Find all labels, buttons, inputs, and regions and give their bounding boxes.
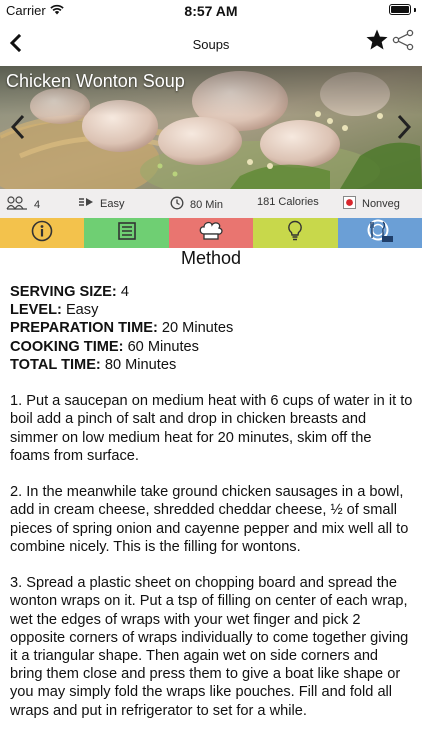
chevron-left-icon xyxy=(10,114,25,145)
level-value: Easy xyxy=(100,197,125,210)
prep-time-value: 20 Minutes xyxy=(157,320,234,337)
next-image-button[interactable] xyxy=(394,114,414,144)
navigation-bar: Soups xyxy=(0,22,422,66)
level-line: LEVEL: Easy xyxy=(10,301,414,319)
battery-icon xyxy=(389,4,411,15)
serving-size-label: SERVING SIZE: xyxy=(10,284,117,300)
tab-method[interactable] xyxy=(168,218,254,248)
previous-image-button[interactable] xyxy=(8,114,28,144)
chef-hat-icon xyxy=(198,221,224,246)
status-time: 8:57 AM xyxy=(184,3,238,19)
favorite-button[interactable] xyxy=(364,28,390,56)
recipe-image[interactable]: Chicken Wonton Soup xyxy=(0,66,422,189)
prep-time-line: PREPARATION TIME: 20 Minutes xyxy=(10,319,414,337)
serving-size-line: SERVING SIZE: 4 xyxy=(10,283,414,301)
tab-ingredients[interactable] xyxy=(84,218,169,248)
calories-info: 181 Calories xyxy=(257,196,319,208)
status-bar: Carrier 8:57 AM xyxy=(0,0,422,22)
level-info: Easy xyxy=(78,196,124,211)
cook-time-value: 60 Minutes xyxy=(123,338,199,355)
total-time-label: TOTAL TIME: xyxy=(10,356,101,373)
chevron-right-icon xyxy=(397,114,412,145)
section-title: Method xyxy=(180,248,242,268)
page-title: Soups xyxy=(192,36,230,52)
star-icon xyxy=(365,28,389,57)
tab-tips[interactable] xyxy=(253,218,338,248)
servings-info: 4 xyxy=(6,196,40,213)
back-button[interactable] xyxy=(4,28,28,58)
recipe-tab-bar xyxy=(0,218,422,248)
calories-value: 181 Calories xyxy=(257,196,319,208)
lightbulb-icon xyxy=(287,220,303,247)
time-value: 80 Min xyxy=(190,198,224,211)
prep-time-label: PREPARATION TIME: xyxy=(10,320,158,337)
serving-size-value: 4 xyxy=(116,284,129,300)
method-step: 3. Spread a plastic sheet on chopping bo… xyxy=(10,575,409,719)
method-step: 1. Put a saucepan on medium heat with 6 … xyxy=(10,393,413,464)
nonveg-icon xyxy=(343,196,356,212)
clock-icon xyxy=(170,196,184,213)
method-step: 2. In the meanwhile take ground chicken … xyxy=(10,484,409,555)
servings-icon xyxy=(6,196,28,213)
servings-value: 4 xyxy=(34,198,41,211)
recipe-info-bar: 4 Easy 80 Min 181 Calories Nonveg xyxy=(0,189,422,218)
share-icon xyxy=(392,29,414,56)
diet-info: Nonveg xyxy=(343,196,400,212)
difficulty-icon xyxy=(78,196,94,211)
cook-time-line: COOKING TIME: 60 Minutes xyxy=(10,338,414,356)
info-icon xyxy=(31,220,53,247)
battery-indicator xyxy=(389,4,416,15)
list-icon xyxy=(117,221,137,246)
tab-info[interactable] xyxy=(0,218,85,248)
total-time-value: 80 Minutes xyxy=(100,356,177,373)
time-info: 80 Min xyxy=(170,196,223,213)
method-content: SERVING SIZE: 4 LEVEL: Easy PREPARATION … xyxy=(10,283,414,720)
level-text: Easy xyxy=(61,302,99,319)
plate-icon xyxy=(367,219,393,248)
total-time-line: TOTAL TIME: 80 Minutes xyxy=(10,356,414,374)
recipe-title: Chicken Wonton Soup xyxy=(6,71,185,91)
cook-time-label: COOKING TIME: xyxy=(10,338,124,355)
level-label: LEVEL: xyxy=(10,302,62,319)
share-button[interactable] xyxy=(390,28,416,56)
diet-value: Nonveg xyxy=(362,198,400,210)
tab-nutrition[interactable] xyxy=(337,218,422,248)
